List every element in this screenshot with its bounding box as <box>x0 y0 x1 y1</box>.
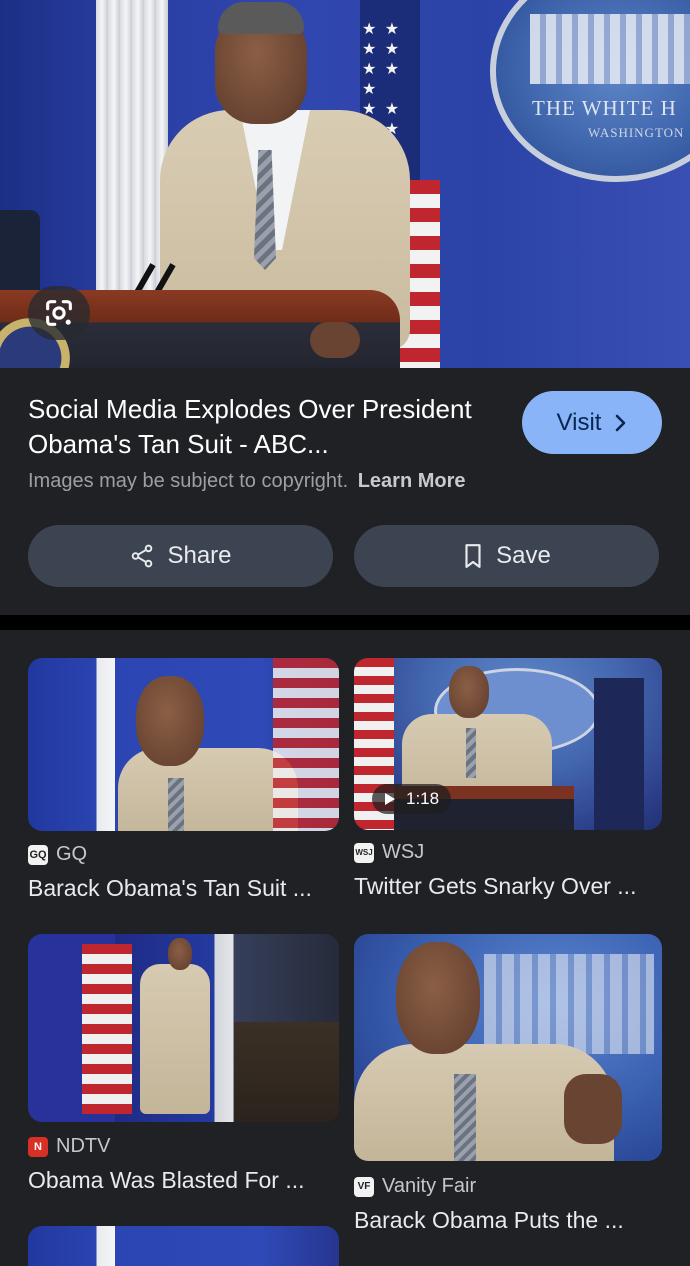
related-title[interactable]: Obama Was Blasted For ... <box>28 1167 339 1194</box>
seal-subtext: WASHINGTON <box>588 125 685 140</box>
related-title[interactable]: Barack Obama Puts the ... <box>354 1207 654 1234</box>
vanity-fair-icon: VF <box>354 1176 374 1197</box>
source-wsj: WSJ WSJ <box>354 841 424 864</box>
section-divider <box>0 615 690 630</box>
share-icon <box>132 544 153 568</box>
podium <box>234 1022 339 1122</box>
related-title[interactable]: Twitter Gets Snarky Over ... <box>354 873 654 900</box>
suit <box>140 964 210 1114</box>
result-title[interactable]: Social Media Explodes Over President Oba… <box>28 392 498 462</box>
visit-label: Visit <box>556 408 602 436</box>
ndtv-icon: N <box>28 1136 48 1157</box>
chevron-right-icon <box>616 414 626 431</box>
hand <box>310 322 360 358</box>
flag <box>273 658 339 831</box>
gq-icon: GQ <box>28 844 48 865</box>
share-button[interactable]: Share <box>28 525 333 587</box>
tie <box>454 1074 476 1161</box>
flag-navy <box>594 678 644 830</box>
hair <box>218 2 304 34</box>
main-image[interactable]: THE WHITE H WASHINGTON ★ ★★ ★★ ★ ★★ ★★ ★… <box>0 0 690 368</box>
google-lens-icon <box>46 300 72 326</box>
face <box>136 676 204 766</box>
wsj-icon: WSJ <box>354 842 374 863</box>
hand <box>564 1074 622 1144</box>
white-house-graphic <box>530 14 690 84</box>
learn-more-link[interactable]: Learn More <box>358 470 466 492</box>
share-label: Share <box>167 542 232 569</box>
bookmark-icon <box>465 544 481 568</box>
suit <box>118 748 298 831</box>
source-name: GQ <box>56 843 88 865</box>
visit-button[interactable]: Visit <box>522 391 662 454</box>
seal-text: THE WHITE H <box>532 96 677 120</box>
save-button[interactable]: Save <box>354 525 659 587</box>
source-gq: GQ GQ <box>28 843 87 866</box>
source-ndtv: N NDTV <box>28 1135 110 1158</box>
tie <box>466 728 476 778</box>
video-duration-badge: 1:18 <box>372 784 452 814</box>
related-image-thumbnail[interactable] <box>28 658 339 831</box>
google-lens-button[interactable] <box>28 286 90 340</box>
face <box>168 938 192 970</box>
video-duration: 1:18 <box>406 789 440 808</box>
face <box>396 942 480 1054</box>
copyright-notice: Images may be subject to copyright. Lear… <box>28 470 466 493</box>
background-figure <box>0 210 40 300</box>
source-vanity-fair: VF Vanity Fair <box>354 1175 476 1198</box>
column-decoration <box>96 0 168 290</box>
white-house-graphic <box>484 954 654 1054</box>
related-image-thumbnail[interactable] <box>28 934 339 1122</box>
flag <box>82 944 132 1114</box>
source-name: NDTV <box>56 1135 111 1157</box>
related-title[interactable]: Barack Obama's Tan Suit ... <box>28 875 339 902</box>
tie <box>168 778 184 831</box>
related-image-thumbnail[interactable] <box>354 934 662 1161</box>
play-icon <box>385 793 395 805</box>
copyright-text: Images may be subject to copyright. <box>28 470 349 492</box>
face <box>449 666 489 718</box>
source-name: WSJ <box>382 841 425 863</box>
source-name: Vanity Fair <box>382 1175 477 1197</box>
related-image-thumbnail[interactable] <box>28 1226 339 1266</box>
save-label: Save <box>496 542 551 569</box>
